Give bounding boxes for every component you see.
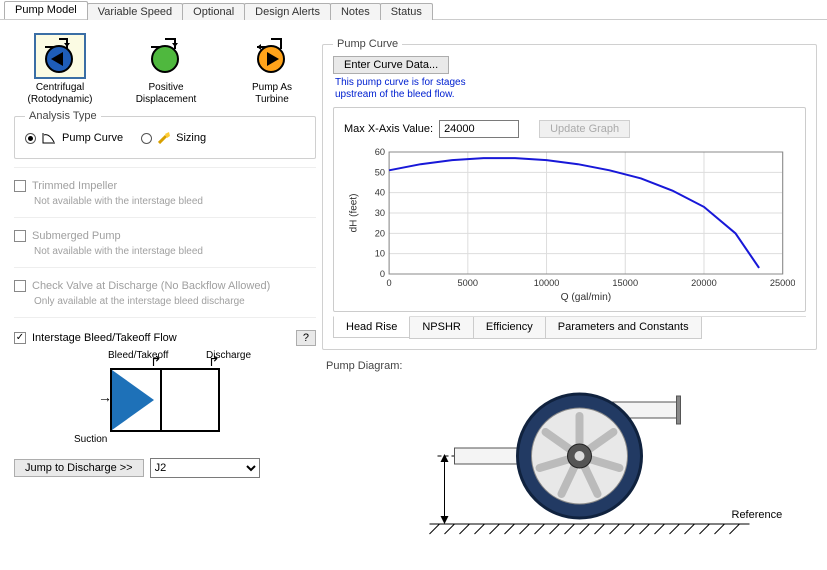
submerged-hint: Not available with the interstage bleed [34, 246, 316, 257]
chart-box: Max X-Axis Value: Update Graph 050001000… [333, 107, 806, 312]
reference-label: Reference [732, 509, 783, 521]
chk-trimmed-impeller [14, 180, 26, 192]
trimmed-hint: Not available with the interstage bleed [34, 196, 316, 207]
pump-type-label: Positive Displacement [128, 82, 204, 106]
tab-notes[interactable]: Notes [330, 3, 381, 20]
svg-text:20: 20 [375, 228, 385, 238]
svg-text:dH (feet): dH (feet) [348, 194, 359, 233]
svg-text:30: 30 [375, 208, 385, 218]
analysis-type-group: Analysis Type Pump Curve Sizing [14, 110, 316, 159]
svg-text:15000: 15000 [612, 278, 638, 288]
pump-type-row: Centrifugal (Rotodynamic) Positive Displ… [14, 30, 316, 106]
pump-type-label: Centrifugal (Rotodynamic) [22, 82, 98, 106]
interstage-diagram: Bleed/Takeoff ↱ Discharge ↱ Suction → [80, 350, 250, 450]
pump-curve-note: This pump curve is for stages upstream o… [335, 77, 806, 101]
jump-to-discharge-button[interactable]: Jump to Discharge >> [14, 459, 144, 477]
tab-pump-model[interactable]: Pump Model [4, 1, 88, 19]
sizing-icon [158, 132, 170, 144]
bleed-arrow-icon: ↱ [150, 354, 162, 368]
pump-as-turbine-icon [251, 37, 293, 75]
help-button[interactable]: ? [296, 330, 316, 346]
sub-tab-params[interactable]: Parameters and Constants [545, 317, 702, 339]
tab-status[interactable]: Status [380, 3, 433, 20]
tab-optional[interactable]: Optional [182, 3, 245, 20]
curve-sub-tabs: Head Rise NPSHR Efficiency Parameters an… [333, 316, 806, 339]
chk-check-valve [14, 280, 26, 292]
suction-arrow-icon: → [98, 390, 112, 404]
svg-text:5000: 5000 [458, 278, 479, 288]
chk-check-valve-label: Check Valve at Discharge (No Backflow Al… [32, 280, 270, 292]
svg-text:60: 60 [375, 147, 385, 157]
enter-curve-data-button[interactable]: Enter Curve Data... [333, 56, 449, 74]
svg-text:10: 10 [375, 249, 385, 259]
svg-text:0: 0 [387, 278, 392, 288]
junction-select[interactable]: J2 [150, 458, 260, 478]
max-x-input[interactable] [439, 120, 519, 138]
radio-pump-curve[interactable] [25, 133, 36, 144]
tab-design-alerts[interactable]: Design Alerts [244, 3, 331, 20]
discharge-arrow-icon: ↱ [208, 354, 220, 368]
pump-diagram-label: Pump Diagram: [326, 360, 817, 372]
svg-text:25000: 25000 [770, 278, 795, 288]
analysis-type-legend: Analysis Type [25, 110, 101, 122]
suction-label: Suction [74, 434, 107, 445]
radio-sizing[interactable] [141, 133, 152, 144]
tab-variable-speed[interactable]: Variable Speed [87, 3, 183, 20]
pump-type-centrifugal[interactable]: Centrifugal (Rotodynamic) [22, 34, 98, 106]
chk-trimmed-label: Trimmed Impeller [32, 180, 117, 192]
chk-submerged-pump [14, 230, 26, 242]
tab-strip: Pump Model Variable Speed Optional Desig… [0, 0, 827, 20]
pump-diagram: Reference [322, 374, 817, 544]
chk-interstage-bleed[interactable] [14, 332, 26, 344]
radio-pump-curve-label: Pump Curve [62, 132, 123, 144]
radio-sizing-label: Sizing [176, 132, 206, 144]
pump-type-positive[interactable]: Positive Displacement [128, 34, 204, 106]
sub-tab-head-rise[interactable]: Head Rise [333, 316, 410, 338]
svg-text:50: 50 [375, 167, 385, 177]
sub-tab-npshr[interactable]: NPSHR [409, 317, 474, 339]
centrifugal-icon [39, 37, 81, 75]
pump-curve-icon [42, 132, 56, 144]
positive-displacement-icon [145, 37, 187, 75]
svg-text:10000: 10000 [534, 278, 560, 288]
pump-curve-group: Pump Curve Enter Curve Data... This pump… [322, 38, 817, 350]
pump-curve-legend: Pump Curve [333, 38, 402, 50]
pump-type-turbine[interactable]: Pump As Turbine [234, 34, 310, 106]
svg-text:0: 0 [380, 269, 385, 279]
pump-type-label: Pump As Turbine [234, 82, 310, 106]
max-x-label: Max X-Axis Value: [344, 123, 433, 135]
pump-curve-chart: 0 5000 10000 15000 20000 25000 0 10 20 30 40 50 60 Q … [344, 144, 795, 304]
update-graph-button: Update Graph [539, 120, 630, 138]
svg-text:Q (gal/min): Q (gal/min) [561, 292, 612, 303]
chk-submerged-label: Submerged Pump [32, 230, 121, 242]
svg-text:40: 40 [375, 188, 385, 198]
checkvalve-hint: Only available at the interstage bleed d… [34, 296, 316, 307]
sub-tab-efficiency[interactable]: Efficiency [473, 317, 546, 339]
svg-text:20000: 20000 [691, 278, 717, 288]
chk-interstage-label: Interstage Bleed/Takeoff Flow [32, 332, 177, 344]
